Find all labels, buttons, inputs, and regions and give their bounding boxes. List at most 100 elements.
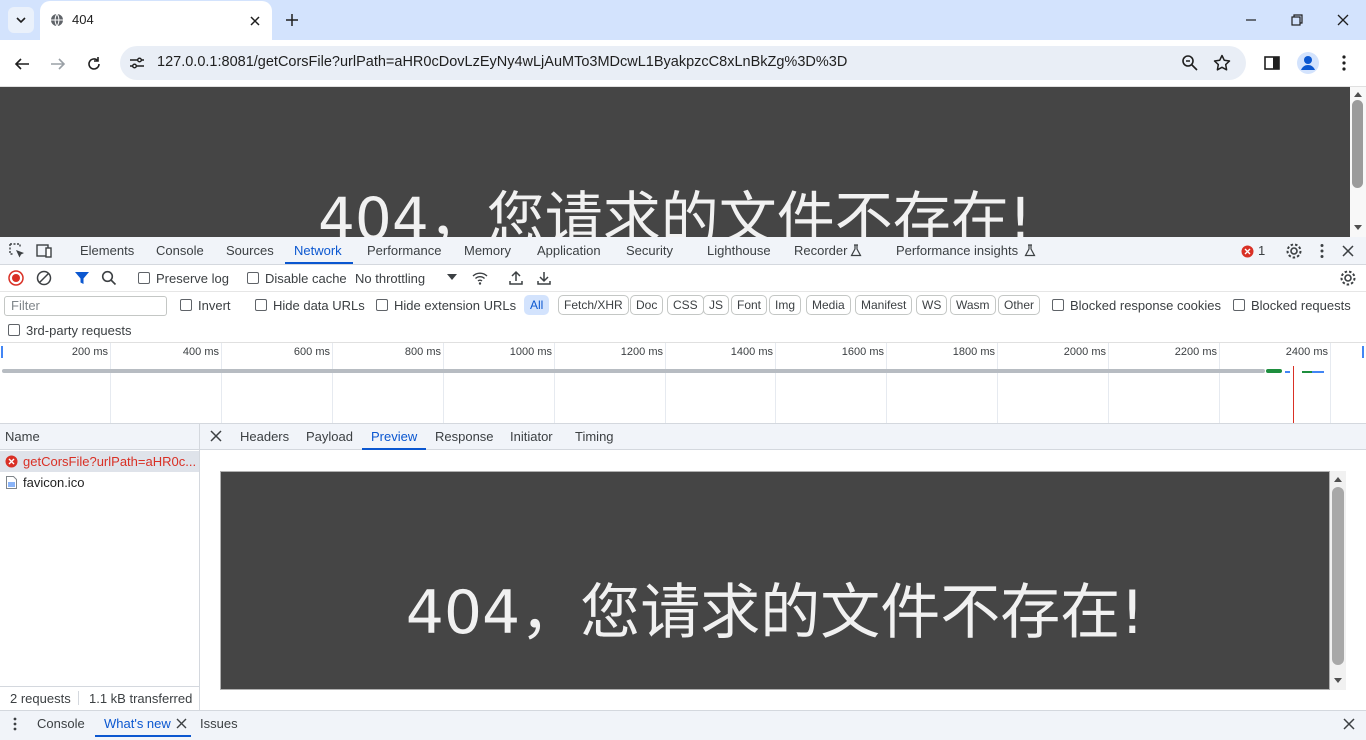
record-stop-icon[interactable] bbox=[6, 268, 26, 288]
close-devtools-icon[interactable] bbox=[1340, 243, 1356, 259]
overview-favicon-download-bar bbox=[1312, 371, 1324, 373]
filter-type-doc[interactable]: Doc bbox=[630, 295, 664, 315]
hide-data-urls-checkbox[interactable] bbox=[255, 299, 267, 311]
side-panel-icon[interactable] bbox=[1263, 54, 1281, 72]
error-icon[interactable] bbox=[1241, 245, 1254, 258]
tab-preview[interactable]: Preview bbox=[371, 429, 417, 444]
page-heading: 404，您请求的文件不存在! bbox=[318, 185, 1032, 237]
zoom-icon[interactable] bbox=[1181, 54, 1199, 72]
close-drawer-icon[interactable] bbox=[1342, 717, 1356, 731]
tab-recorder[interactable]: Recorder bbox=[794, 243, 847, 258]
filter-input[interactable]: Filter bbox=[4, 296, 167, 316]
tab-headers[interactable]: Headers bbox=[240, 429, 289, 444]
tab-elements[interactable]: Elements bbox=[80, 243, 134, 258]
close-detail-icon[interactable] bbox=[209, 429, 223, 443]
export-har-icon[interactable] bbox=[534, 268, 554, 288]
restore-icon[interactable] bbox=[1287, 10, 1307, 30]
minimize-icon[interactable] bbox=[1241, 10, 1261, 30]
drawer-menu-icon[interactable] bbox=[8, 716, 22, 732]
dropdown-triangle-icon[interactable] bbox=[447, 274, 457, 281]
overview-request-bar bbox=[2, 369, 1265, 373]
close-window-icon[interactable] bbox=[1333, 10, 1353, 30]
clear-icon[interactable] bbox=[34, 268, 54, 288]
forward-arrow-icon[interactable] bbox=[46, 52, 70, 76]
filter-type-other[interactable]: Other bbox=[998, 295, 1041, 315]
hide-extension-urls-checkbox[interactable] bbox=[376, 299, 388, 311]
tab-response[interactable]: Response bbox=[435, 429, 494, 444]
close-drawer-tab-icon[interactable] bbox=[176, 718, 187, 729]
drawer-tab-console[interactable]: Console bbox=[37, 716, 85, 731]
preview-scroll-thumb[interactable] bbox=[1332, 487, 1344, 665]
overview-right-handle[interactable] bbox=[1362, 346, 1364, 358]
transfer-size: 1.1 kB transferred bbox=[89, 691, 193, 706]
filter-type-manifest[interactable]: Manifest bbox=[855, 295, 913, 315]
tab-performance[interactable]: Performance bbox=[367, 243, 441, 258]
tab-lighthouse[interactable]: Lighthouse bbox=[707, 243, 771, 258]
page-scroll-thumb[interactable] bbox=[1352, 100, 1363, 188]
third-party-requests-checkbox[interactable] bbox=[8, 324, 20, 336]
error-count[interactable]: 1 bbox=[1258, 243, 1265, 258]
tab-close-icon[interactable] bbox=[246, 12, 264, 30]
invert-checkbox[interactable] bbox=[180, 299, 192, 311]
third-party-requests-label: 3rd-party requests bbox=[26, 323, 132, 338]
blocked-response-cookies-checkbox[interactable] bbox=[1052, 299, 1064, 311]
scroll-up-icon[interactable] bbox=[1354, 91, 1362, 97]
import-har-icon[interactable] bbox=[506, 268, 526, 288]
tab-console[interactable]: Console bbox=[156, 243, 204, 258]
device-toolbar-icon[interactable] bbox=[35, 242, 53, 260]
drawer-tab-whats-new[interactable]: What's new bbox=[104, 716, 171, 731]
reload-icon[interactable] bbox=[82, 52, 106, 76]
preserve-log-checkbox[interactable] bbox=[138, 272, 150, 284]
filter-type-fetch-xhr[interactable]: Fetch/XHR bbox=[558, 295, 629, 315]
load-event-marker bbox=[1293, 366, 1294, 423]
filter-type-js[interactable]: JS bbox=[703, 295, 730, 315]
filter-funnel-icon[interactable] bbox=[72, 268, 92, 288]
tab-application[interactable]: Application bbox=[537, 243, 601, 258]
filter-type-img[interactable]: Img bbox=[769, 295, 802, 315]
new-tab-icon[interactable] bbox=[282, 10, 302, 30]
network-settings-gear-icon[interactable] bbox=[1338, 268, 1358, 288]
request-name: favicon.ico bbox=[23, 475, 85, 490]
settings-gear-icon[interactable] bbox=[1285, 242, 1303, 260]
back-arrow-icon[interactable] bbox=[10, 52, 34, 76]
search-icon[interactable] bbox=[99, 268, 119, 288]
timeline-grid-line bbox=[1108, 343, 1109, 423]
filter-type-ws[interactable]: WS bbox=[916, 295, 948, 315]
site-settings-icon[interactable] bbox=[128, 54, 146, 72]
tab-payload[interactable]: Payload bbox=[306, 429, 353, 444]
inspect-element-icon[interactable] bbox=[8, 242, 26, 260]
tab-search-button[interactable] bbox=[8, 7, 34, 33]
tab-performance-insights[interactable]: Performance insights bbox=[896, 243, 1018, 258]
drawer-tab-issues[interactable]: Issues bbox=[200, 716, 238, 731]
filter-type-wasm[interactable]: Wasm bbox=[950, 295, 996, 315]
overview-left-handle[interactable] bbox=[1, 346, 3, 358]
bookmark-star-icon[interactable] bbox=[1213, 54, 1231, 72]
scroll-down-icon[interactable] bbox=[1354, 225, 1362, 231]
filter-type-css[interactable]: CSS bbox=[667, 295, 704, 315]
network-conditions-icon[interactable] bbox=[470, 268, 490, 288]
timeline-tick-label: 1800 ms bbox=[952, 346, 995, 358]
profile-avatar-icon[interactable] bbox=[1296, 51, 1320, 75]
table-row[interactable]: getCorsFile?urlPath=aHR0c... bbox=[0, 451, 199, 472]
name-column-header[interactable]: Name bbox=[0, 424, 200, 450]
tab-sources[interactable]: Sources bbox=[226, 243, 274, 258]
table-row[interactable]: favicon.ico bbox=[0, 472, 199, 493]
timeline-grid-line bbox=[1219, 343, 1220, 423]
scroll-down-icon[interactable] bbox=[1334, 678, 1342, 684]
tab-network[interactable]: Network bbox=[294, 243, 342, 258]
throttling-select[interactable]: No throttling bbox=[355, 271, 425, 286]
request-count: 2 requests bbox=[10, 691, 71, 706]
more-menu-icon[interactable] bbox=[1335, 54, 1353, 72]
blocked-requests-checkbox[interactable] bbox=[1233, 299, 1245, 311]
url-text[interactable]: 127.0.0.1:8081/getCorsFile?urlPath=aHR0c… bbox=[157, 54, 847, 70]
tab-initiator[interactable]: Initiator bbox=[510, 429, 553, 444]
tab-timing[interactable]: Timing bbox=[575, 429, 614, 444]
filter-type-media[interactable]: Media bbox=[806, 295, 851, 315]
scroll-up-icon[interactable] bbox=[1334, 476, 1342, 482]
devtools-more-icon[interactable] bbox=[1313, 242, 1331, 260]
disable-cache-checkbox[interactable] bbox=[247, 272, 259, 284]
tab-security[interactable]: Security bbox=[626, 243, 673, 258]
filter-type-font[interactable]: Font bbox=[731, 295, 768, 315]
tab-memory[interactable]: Memory bbox=[464, 243, 511, 258]
filter-type-all[interactable]: All bbox=[524, 295, 550, 315]
